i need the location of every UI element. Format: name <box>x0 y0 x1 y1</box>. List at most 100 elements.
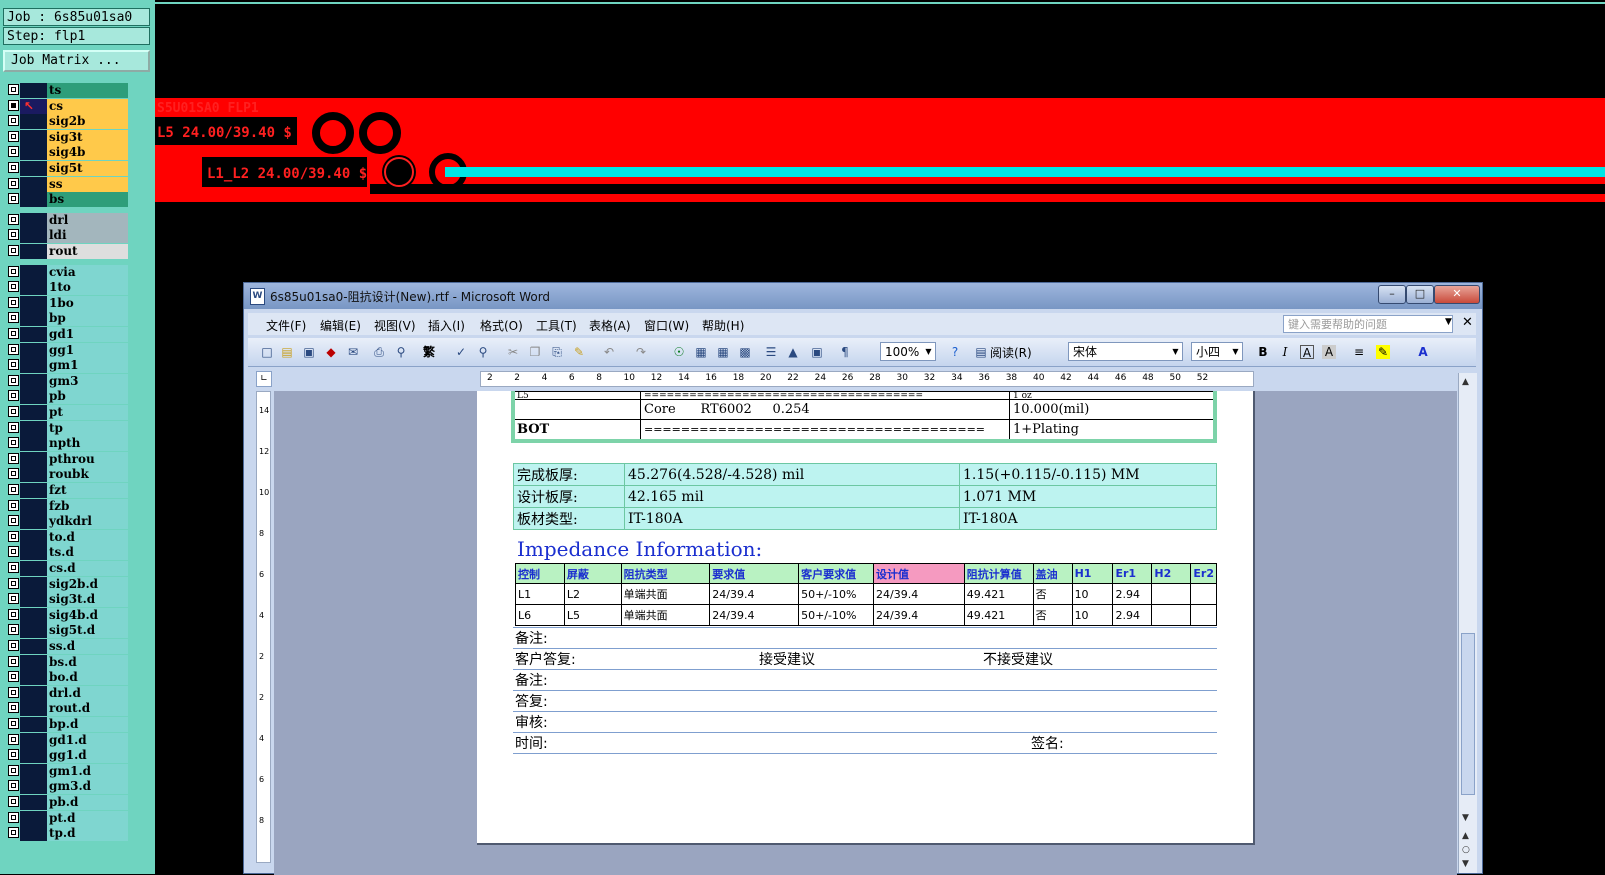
layer-row-tp[interactable]: tp <box>8 420 128 436</box>
layer-checkbox[interactable] <box>8 468 19 480</box>
layer-affected-toggle[interactable] <box>20 576 47 592</box>
print-preview-icon[interactable]: ⚲ <box>394 345 408 359</box>
layer-label[interactable]: sig3t.d <box>47 592 128 608</box>
layer-affected-toggle[interactable] <box>20 114 47 130</box>
layer-row-ldi[interactable]: ldi <box>8 228 128 244</box>
layer-label[interactable]: sig3t <box>47 129 128 145</box>
layer-row-gg1[interactable]: gg1 <box>8 342 128 358</box>
close-button[interactable]: ✕ <box>1434 285 1480 304</box>
layer-label[interactable]: rout.d <box>47 701 128 717</box>
layer-affected-toggle[interactable] <box>20 129 47 145</box>
layer-checkbox[interactable] <box>8 390 19 402</box>
layer-label[interactable]: cs.d <box>47 561 128 576</box>
layer-label[interactable]: sig4b.d <box>47 607 128 623</box>
layer-label[interactable]: sig2b.d <box>47 576 128 592</box>
layer-label[interactable]: ts <box>47 83 128 98</box>
layer-affected-toggle[interactable] <box>20 592 47 608</box>
layer-row-sig4b-d[interactable]: sig4b.d <box>8 607 128 623</box>
word-title-bar[interactable]: W 6s85u01sa0-阻抗设计(New).rtf - Microsoft W… <box>244 283 1482 309</box>
layer-affected-toggle[interactable] <box>20 763 47 779</box>
layer-row-gm1-d[interactable]: gm1.d <box>8 763 128 779</box>
layer-affected-toggle[interactable] <box>20 295 47 311</box>
layer-checkbox[interactable] <box>8 733 19 745</box>
layer-row-tp-d[interactable]: tp.d <box>8 826 128 842</box>
help-icon[interactable]: ? <box>948 345 962 359</box>
layer-affected-toggle[interactable] <box>20 311 47 327</box>
layer-row-gm1[interactable]: gm1 <box>8 358 128 374</box>
layer-checkbox[interactable] <box>8 328 19 339</box>
layer-row-pt[interactable]: pt <box>8 405 128 420</box>
layer-label[interactable]: ydkdrl <box>47 514 128 530</box>
layer-affected-toggle[interactable] <box>20 670 47 686</box>
next-page-icon[interactable]: ▼ <box>1462 859 1469 869</box>
layer-row-bo-d[interactable]: bo.d <box>8 670 128 686</box>
layer-checkbox[interactable] <box>8 702 19 714</box>
layer-label[interactable]: pt <box>47 405 128 420</box>
layer-affected-toggle[interactable] <box>20 795 47 810</box>
prev-page-icon[interactable]: ▲ <box>1462 831 1469 841</box>
layer-row-sig5t-d[interactable]: sig5t.d <box>8 623 128 639</box>
vertical-ruler[interactable]: 14 12 10 8 6 4 2 2 4 6 8 <box>256 391 271 863</box>
layer-row-bp[interactable]: bp <box>8 311 128 327</box>
minimize-button[interactable]: – <box>1378 285 1406 304</box>
layer-label[interactable]: fzb <box>47 498 128 514</box>
read-mode-button[interactable]: 阅读(R) <box>990 344 1032 361</box>
layer-row-pb[interactable]: pb <box>8 389 128 405</box>
layer-row-gm3[interactable]: gm3 <box>8 373 128 389</box>
layer-row-ss-d[interactable]: ss.d <box>8 639 128 654</box>
layer-affected-toggle[interactable] <box>20 228 47 244</box>
zoom-select[interactable]: 100% ▼ <box>880 342 936 361</box>
layer-checkbox[interactable] <box>8 499 19 511</box>
layer-row-ts[interactable]: ts <box>8 83 128 98</box>
layer-affected-toggle[interactable] <box>20 342 47 358</box>
menu-edit[interactable]: 编辑(E) <box>320 317 361 334</box>
spelling-icon[interactable]: ✓ <box>454 345 468 359</box>
layer-label[interactable]: drl.d <box>47 685 128 701</box>
layer-affected-toggle[interactable] <box>20 654 47 670</box>
layer-label[interactable]: bp <box>47 311 128 327</box>
layer-checkbox[interactable] <box>8 530 19 542</box>
layer-checkbox[interactable] <box>8 562 19 573</box>
layer-checkbox[interactable] <box>8 312 19 324</box>
hyperlink-icon[interactable]: ☉ <box>672 345 686 359</box>
layer-label[interactable]: tp.d <box>47 826 128 842</box>
menu-window[interactable]: 窗口(W) <box>644 317 689 334</box>
layer-row-rout-d[interactable]: rout.d <box>8 701 128 717</box>
document-page[interactable]: L5 =====================================… <box>477 391 1255 845</box>
layer-checkbox[interactable] <box>8 374 19 386</box>
layer-row-sig3t[interactable]: sig3t <box>8 129 128 145</box>
layer-checkbox[interactable] <box>8 115 19 127</box>
layer-affected-toggle[interactable] <box>20 358 47 374</box>
layer-row-bp-d[interactable]: bp.d <box>8 717 128 732</box>
layer-row-cs[interactable]: ↖ cs <box>8 98 128 114</box>
layer-label[interactable]: gd1 <box>47 327 128 342</box>
layer-affected-toggle[interactable] <box>20 244 47 259</box>
layer-checkbox[interactable] <box>8 811 19 823</box>
layer-checkbox[interactable] <box>8 827 19 839</box>
layer-checkbox[interactable] <box>8 655 19 667</box>
close-doc-icon[interactable]: ✕ <box>1462 315 1473 330</box>
layer-label[interactable]: rout <box>47 244 128 259</box>
layer-row-drl[interactable]: drl <box>8 212 128 228</box>
layer-affected-toggle[interactable] <box>20 701 47 717</box>
scroll-down-icon[interactable]: ▼ <box>1462 813 1469 823</box>
layer-row-pthrou[interactable]: pthrou <box>8 451 128 467</box>
layer-affected-toggle[interactable] <box>20 826 47 842</box>
menu-insert[interactable]: 插入(I) <box>428 317 465 334</box>
new-icon[interactable]: □ <box>260 345 274 359</box>
layer-checkbox[interactable] <box>8 406 19 417</box>
redo-icon[interactable]: ↷ <box>634 345 648 359</box>
layer-label[interactable]: fzt <box>47 483 128 498</box>
char-border-icon[interactable]: A <box>1300 345 1314 360</box>
layer-checkbox[interactable] <box>8 421 19 433</box>
layer-checkbox[interactable] <box>8 780 19 792</box>
layer-checkbox[interactable] <box>8 177 19 189</box>
menu-table[interactable]: 表格(A) <box>589 317 631 334</box>
layer-checkbox[interactable] <box>8 84 19 95</box>
layer-row-ss[interactable]: ss <box>8 176 128 192</box>
layer-label[interactable]: sig4b <box>47 145 128 161</box>
layer-row-roubk[interactable]: roubk <box>8 467 128 483</box>
layer-affected-toggle[interactable] <box>20 192 47 208</box>
layer-label[interactable]: gm1.d <box>47 763 128 779</box>
layer-label[interactable]: pb <box>47 389 128 405</box>
